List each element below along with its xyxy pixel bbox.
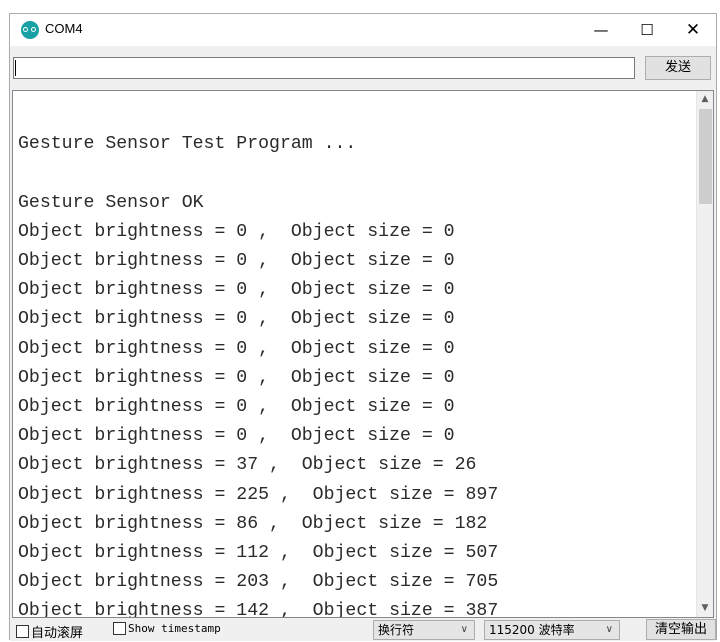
- output-line: Object brightness = 0 , Object size = 0: [18, 309, 455, 330]
- chevron-down-icon: ∨: [460, 624, 468, 635]
- line-ending-select[interactable]: 换行符 ∨: [373, 620, 475, 640]
- output-line: Object brightness = 0 , Object size = 0: [18, 221, 455, 242]
- output-line: Object brightness = 0 , Object size = 0: [18, 426, 455, 447]
- maximize-button[interactable]: ☐: [624, 14, 670, 46]
- output-line: Object brightness = 0 , Object size = 0: [18, 367, 455, 388]
- autoscroll-label: 自动滚屏: [31, 626, 84, 641]
- chevron-down-icon: ∨: [605, 624, 613, 635]
- checkbox-icon[interactable]: [113, 622, 126, 635]
- output-line: Object brightness = 112 , Object size = …: [18, 543, 499, 564]
- line-ending-value: 换行符: [378, 623, 415, 637]
- baud-rate-value: 115200 波特率: [489, 623, 575, 637]
- scroll-down-arrow-icon[interactable]: ▼: [697, 600, 713, 617]
- output-line: Gesture Sensor Test Program ...: [18, 134, 357, 155]
- checkbox-icon[interactable]: [16, 625, 29, 638]
- serial-monitor-window: COM4 — ☐ ✕ 发送 Gesture Sensor Test Progra…: [9, 13, 717, 641]
- scroll-thumb[interactable]: [699, 109, 712, 204]
- window-title: COM4: [45, 21, 83, 36]
- scroll-up-arrow-icon[interactable]: ▲: [697, 91, 713, 108]
- output-line: Object brightness = 142 , Object size = …: [18, 601, 499, 618]
- output-line: Object brightness = 0 , Object size = 0: [18, 251, 455, 272]
- send-row: 发送: [10, 46, 716, 88]
- autoscroll-checkbox[interactable]: 自动滚屏: [16, 622, 83, 641]
- baud-rate-select[interactable]: 115200 波特率 ∨: [484, 620, 620, 640]
- serial-output[interactable]: Gesture Sensor Test Program ... Gesture …: [12, 90, 714, 618]
- arduino-icon: [21, 21, 39, 39]
- output-line: Gesture Sensor OK: [18, 192, 204, 213]
- timestamp-checkbox[interactable]: Show timestamp: [113, 622, 221, 635]
- output-line: Object brightness = 225 , Object size = …: [18, 484, 499, 505]
- output-line: Object brightness = 86 , Object size = 1…: [18, 513, 488, 534]
- vertical-scrollbar[interactable]: ▲ ▼: [696, 91, 713, 617]
- output-line: Object brightness = 37 , Object size = 2…: [18, 455, 477, 476]
- status-bar: 自动滚屏 Show timestamp 换行符 ∨ 115200 波特率 ∨ 清…: [10, 618, 716, 641]
- minimize-button[interactable]: —: [578, 14, 624, 46]
- title-bar: COM4 — ☐ ✕: [10, 14, 716, 46]
- serial-input[interactable]: [13, 57, 635, 79]
- close-button[interactable]: ✕: [670, 14, 716, 46]
- output-line: Object brightness = 203 , Object size = …: [18, 572, 499, 593]
- send-button[interactable]: 发送: [645, 56, 711, 80]
- timestamp-label: Show timestamp: [128, 622, 221, 635]
- output-line: Object brightness = 0 , Object size = 0: [18, 280, 455, 301]
- text-cursor: [15, 60, 16, 76]
- output-line: Object brightness = 0 , Object size = 0: [18, 338, 455, 359]
- output-line: Object brightness = 0 , Object size = 0: [18, 397, 455, 418]
- clear-output-button[interactable]: 清空输出: [646, 619, 716, 640]
- output-text: Gesture Sensor Test Program ... Gesture …: [18, 101, 499, 618]
